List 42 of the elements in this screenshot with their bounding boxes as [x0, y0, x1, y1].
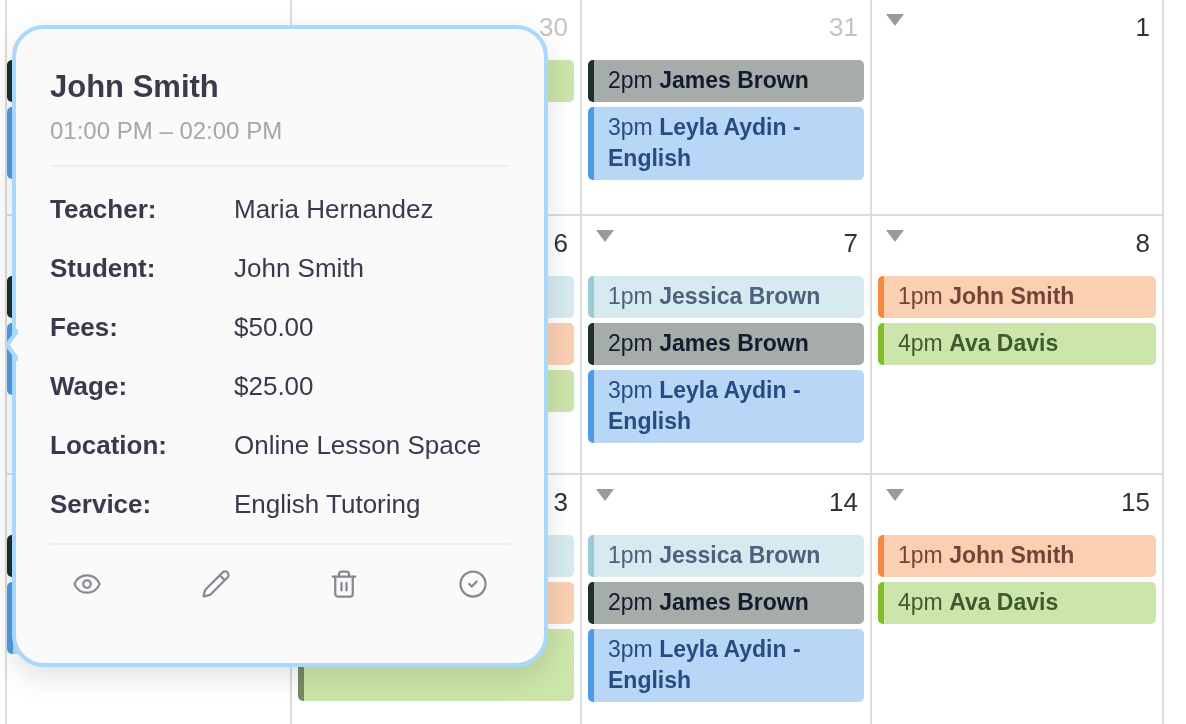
dropdown-arrow-icon[interactable] [596, 230, 614, 242]
calendar-event[interactable]: 2pm James Brown [588, 582, 864, 624]
detail-label: Student: [50, 252, 157, 285]
calendar-event[interactable]: 3pm Leyla Aydin - English [588, 370, 864, 443]
detail-value: $50.00 [234, 311, 315, 344]
calendar-event[interactable]: 2pm James Brown [588, 60, 864, 102]
calendar-event[interactable]: 3pm Leyla Aydin - English [588, 629, 864, 702]
pencil-icon [200, 569, 231, 599]
detail-label: Teacher: [50, 193, 158, 226]
day-number: 31 [829, 11, 859, 44]
detail-value: $25.00 [234, 370, 315, 403]
calendar-event[interactable]: 1pm Jessica Brown [588, 276, 864, 318]
detail-label: Service: [50, 488, 153, 521]
calendar-event[interactable]: 4pm Ava Davis [878, 323, 1156, 365]
day-number: 15 [1121, 486, 1151, 519]
time-range: 01:00 PM – 02:00 PM [50, 116, 284, 146]
day-number: 7 [843, 227, 859, 260]
dropdown-arrow-icon[interactable] [596, 489, 614, 501]
day-number: 8 [1135, 227, 1151, 260]
day-number: 14 [829, 486, 859, 519]
detail-value: John Smith [234, 252, 366, 285]
calendar-event[interactable]: 1pm Jessica Brown [588, 535, 864, 577]
detail-value: Online Lesson Space [234, 429, 483, 462]
calendar-event[interactable]: 2pm James Brown [588, 323, 864, 365]
dropdown-arrow-icon[interactable] [886, 489, 904, 501]
detail-label: Wage: [50, 370, 129, 403]
detail-value: Maria Hernandez [234, 193, 435, 226]
dropdown-arrow-icon[interactable] [886, 14, 904, 26]
dropdown-arrow-icon[interactable] [886, 230, 904, 242]
detail-value: English Tutoring [234, 488, 422, 521]
calendar-event[interactable]: 4pm Ava Davis [878, 582, 1156, 624]
day-number: 6 [553, 227, 569, 260]
detail-label: Location: [50, 429, 168, 462]
popover-title: John Smith [50, 68, 220, 106]
check-circle-icon [457, 569, 488, 599]
day-number: 30 [539, 11, 569, 44]
detail-label: Fees: [50, 311, 119, 344]
calendar-event[interactable]: 1pm John Smith [878, 535, 1156, 577]
day-number: 1 [1135, 11, 1151, 44]
calendar-event[interactable]: 1pm John Smith [878, 276, 1156, 318]
day-number: 3 [553, 486, 569, 519]
calendar-event[interactable]: 3pm Leyla Aydin - English [588, 107, 864, 180]
